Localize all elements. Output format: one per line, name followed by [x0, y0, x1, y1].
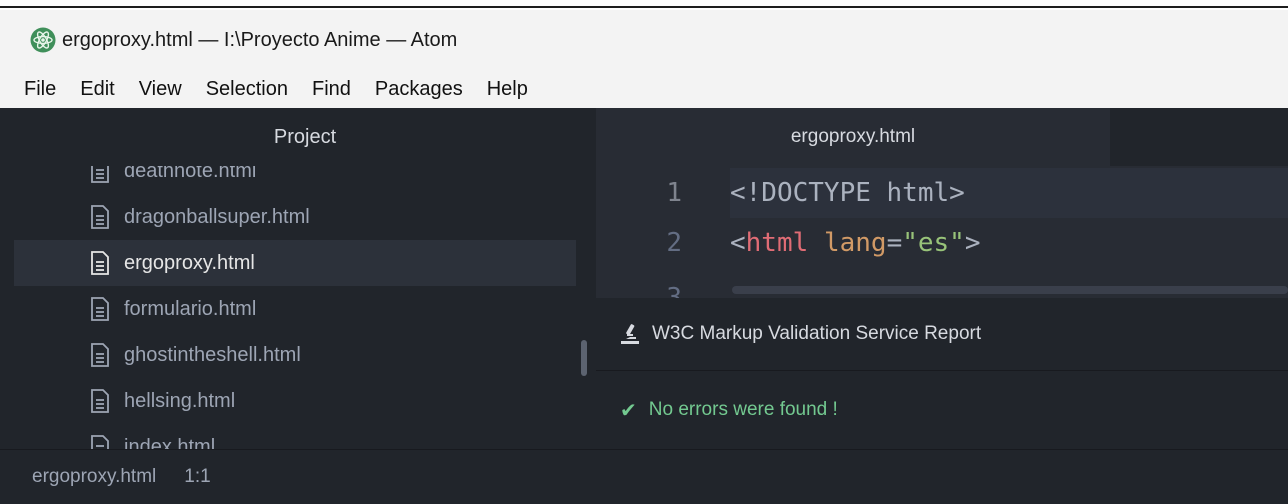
- tree-item-ergoproxy[interactable]: ergoproxy.html: [14, 240, 576, 286]
- file-list: deathnote.html dragonballsuper.html ergopr…: [14, 148, 576, 449]
- tree-item-label: formulario.html: [124, 297, 257, 320]
- menu-selection[interactable]: Selection: [194, 78, 300, 101]
- validator-message: No errors were found !: [648, 399, 838, 420]
- microscope-icon: [621, 324, 639, 344]
- code-token: html: [745, 228, 809, 258]
- menu-packages[interactable]: Packages: [363, 78, 475, 101]
- code-line: 2 <html lang="es">: [596, 218, 1288, 268]
- file-text-icon: [91, 205, 109, 229]
- tree-item-dragonballsuper[interactable]: dragonballsuper.html: [14, 194, 576, 240]
- tree-item-label: ghostintheshell.html: [124, 343, 301, 366]
- tree-item-index[interactable]: index.html: [14, 424, 576, 449]
- line-number: 1: [666, 178, 682, 208]
- validator-title: W3C Markup Validation Service Report: [652, 323, 982, 344]
- window-title: ergoproxy.html — I:\Proyecto Anime — Ato…: [62, 28, 458, 51]
- line-number: 3: [666, 283, 682, 298]
- code-token: "es": [902, 228, 965, 258]
- tree-item-label: index.html: [124, 435, 216, 450]
- code-token: lang: [823, 228, 887, 258]
- file-text-icon: [91, 297, 109, 321]
- editor-pane: ergoproxy.html 1 <!DOCTYPE html> 2 <html la…: [596, 108, 1288, 449]
- workspace: deathnote.html dragonballsuper.html ergopr…: [0, 108, 1288, 449]
- file-text-icon: [91, 435, 109, 449]
- checkmark-icon: ✔: [620, 399, 637, 422]
- tree-scrollbar[interactable]: [581, 340, 587, 376]
- window-top-edge: [0, 0, 1288, 10]
- tree-item-label: ergoproxy.html: [124, 251, 255, 274]
- code-token: <!DOCTYPE html>: [730, 178, 965, 208]
- status-file-name[interactable]: ergoproxy.html: [32, 466, 156, 488]
- window-edge-line: [0, 6, 1288, 8]
- file-text-icon: [91, 389, 109, 413]
- menu-edit[interactable]: Edit: [68, 78, 126, 101]
- file-text-icon: [91, 251, 109, 275]
- code-editor[interactable]: 1 <!DOCTYPE html> 2 <html lang="es"> 3: [596, 168, 1288, 298]
- tab-bar: ergoproxy.html: [596, 108, 1288, 166]
- code-token: <: [730, 228, 746, 258]
- code-line: 1 <!DOCTYPE html>: [666, 168, 1288, 218]
- menu-view[interactable]: View: [127, 78, 194, 101]
- tree-view-header: Project: [14, 108, 596, 166]
- tree-item-label: hellsing.html: [124, 389, 236, 412]
- title-bar[interactable]: ergoproxy.html — I:\Proyecto Anime — Ato…: [0, 10, 1288, 70]
- code-text: <!DOCTYPE html>: [730, 178, 965, 208]
- code-token: >: [964, 228, 981, 258]
- menu-bar: File Edit View Selection Find Packages Help: [0, 70, 1288, 108]
- w3c-validator-panel: W3C Markup Validation Service Report ✔ N…: [596, 298, 1288, 449]
- validator-header[interactable]: W3C Markup Validation Service Report: [596, 298, 1288, 371]
- line-number: 2: [666, 228, 682, 258]
- atom-icon: [30, 27, 56, 53]
- status-bar: ergoproxy.html 1:1: [0, 449, 1288, 504]
- tree-item-ghostintheshell[interactable]: ghostintheshell.html: [14, 332, 576, 378]
- file-text-icon: [91, 343, 109, 367]
- menu-help[interactable]: Help: [475, 78, 540, 101]
- status-cursor-position[interactable]: 1:1: [184, 466, 210, 488]
- menu-find[interactable]: Find: [300, 78, 363, 101]
- code-token: =: [886, 228, 903, 258]
- editor-horizontal-scrollbar[interactable]: [732, 286, 1288, 294]
- tree-view: deathnote.html dragonballsuper.html ergopr…: [14, 108, 596, 449]
- tree-item-formulario[interactable]: formulario.html: [14, 286, 576, 332]
- tree-item-label: dragonballsuper.html: [124, 205, 310, 228]
- menu-file[interactable]: File: [0, 78, 68, 101]
- tab-ergoproxy[interactable]: ergoproxy.html: [596, 108, 1110, 166]
- code-text: <html lang="es">: [730, 228, 981, 258]
- validator-result: ✔ No errors were found !: [596, 371, 1288, 449]
- tree-item-hellsing[interactable]: hellsing.html: [14, 378, 576, 424]
